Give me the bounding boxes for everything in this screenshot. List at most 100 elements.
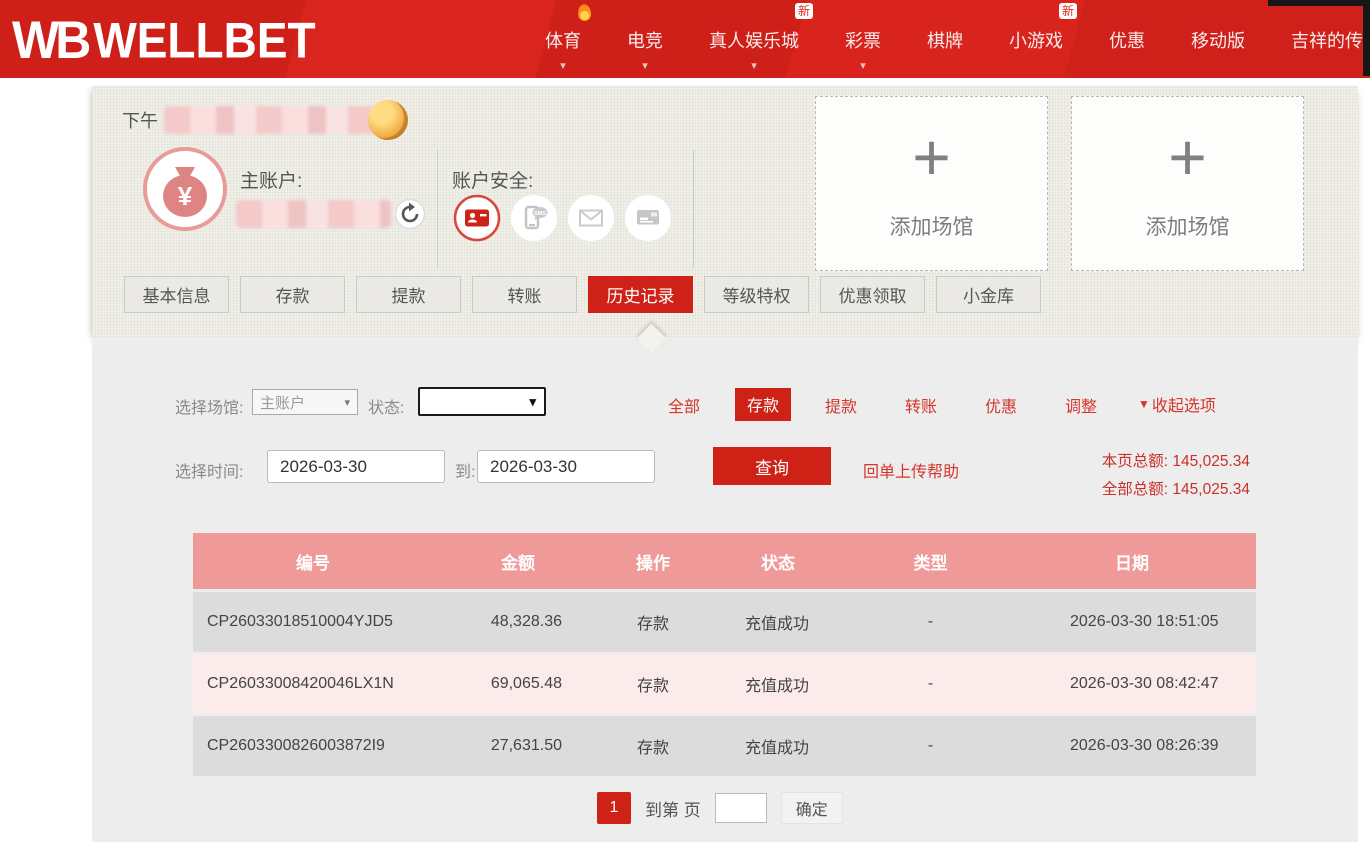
table-header-row: 编号 金额 操作 状态 类型 日期 xyxy=(193,533,1256,592)
cell-id: CP26033008420046LX1N xyxy=(193,675,433,693)
nav-item-promotions[interactable]: 优惠 xyxy=(1109,0,1145,78)
cell-date: 2026-03-30 18:51:05 xyxy=(1008,613,1256,631)
type-filter-deposit-active[interactable]: 存款 xyxy=(735,388,791,421)
venue-select[interactable]: 主账户 ▾ xyxy=(252,389,358,415)
history-table: 编号 金额 操作 状态 类型 日期 CP26033018510004YJD5 4… xyxy=(193,533,1256,778)
mail-verify-icon[interactable] xyxy=(567,194,615,247)
cell-status: 充值成功 xyxy=(703,672,853,696)
add-venue-button[interactable]: + 添加场馆 xyxy=(815,96,1048,271)
greeting: 下午 xyxy=(122,100,408,140)
tab-vault[interactable]: 小金库 xyxy=(936,276,1041,313)
greeting-prefix: 下午 xyxy=(122,107,158,133)
svg-text:¥: ¥ xyxy=(178,181,193,211)
tab-transfer[interactable]: 转账 xyxy=(472,276,577,313)
nav-label: 吉祥的传 xyxy=(1291,27,1363,53)
cell-amount: 27,631.50 xyxy=(433,737,603,755)
all-total-line: 全部总额: 145,025.34 xyxy=(1102,476,1250,504)
cell-type: - xyxy=(853,675,1008,693)
tab-withdraw[interactable]: 提款 xyxy=(356,276,461,313)
cell-operation: 存款 xyxy=(603,734,703,758)
goto-page-input[interactable] xyxy=(715,793,767,823)
type-filter-withdraw[interactable]: 提款 xyxy=(825,393,857,417)
history-section: 选择场馆: 主账户 ▾ 状态: ▾ 全部 存款 提款 转账 优惠 调整 ▼ 收起… xyxy=(92,337,1358,842)
nav-item-live-casino[interactable]: 新 真人娱乐城 ▾ xyxy=(709,0,799,78)
account-security-label: 账户安全: xyxy=(452,166,533,193)
censored-balance xyxy=(236,200,391,228)
date-from-input[interactable] xyxy=(267,450,445,483)
nav-label: 移动版 xyxy=(1191,27,1245,53)
page-total-line: 本页总额: 145,025.34 xyxy=(1102,448,1250,476)
cell-id: CP26033018510004YJD5 xyxy=(193,613,433,631)
page-1-button[interactable]: 1 xyxy=(597,792,631,824)
divider xyxy=(437,150,438,268)
tab-basic-info[interactable]: 基本信息 xyxy=(124,276,229,313)
add-venue-label: 添加场馆 xyxy=(1146,211,1230,241)
nav-item-jixiang[interactable]: 吉祥的传 xyxy=(1291,0,1363,78)
svg-text:SMS: SMS xyxy=(534,211,546,217)
security-icons: SMS xyxy=(453,194,672,247)
col-header-type: 类型 xyxy=(853,549,1008,574)
table-row: CP26033018510004YJD5 48,328.36 存款 充值成功 -… xyxy=(193,592,1256,654)
cell-status: 充值成功 xyxy=(703,734,853,758)
plus-icon: + xyxy=(1168,127,1207,187)
to-label: 到: xyxy=(455,458,475,482)
cell-amount: 48,328.36 xyxy=(433,613,603,631)
cell-type: - xyxy=(853,737,1008,755)
screen-edge xyxy=(1363,0,1370,76)
nav-item-esports[interactable]: 电竞 ▾ xyxy=(627,0,663,78)
cell-status: 充值成功 xyxy=(703,610,853,634)
page: WB WELLBET 体育 ▾ 电竞 ▾ 新 真人娱乐城 ▾ 彩票 ▾ xyxy=(0,0,1370,842)
col-header-date: 日期 xyxy=(1008,549,1256,574)
nav-item-lottery[interactable]: 彩票 ▾ xyxy=(845,0,881,78)
all-total-label: 全部总额: xyxy=(1102,481,1168,498)
add-venue-label: 添加场馆 xyxy=(890,211,974,241)
type-filter-all[interactable]: 全部 xyxy=(668,393,700,417)
main-account-label: 主账户: xyxy=(240,166,302,193)
venue-select-label: 选择场馆: xyxy=(175,394,243,418)
date-to-input[interactable] xyxy=(477,450,655,483)
add-venue-button[interactable]: + 添加场馆 xyxy=(1071,96,1304,271)
nav-item-board-games[interactable]: 棋牌 xyxy=(927,0,963,78)
cell-date: 2026-03-30 08:26:39 xyxy=(1008,737,1256,755)
status-select[interactable]: ▾ xyxy=(418,387,546,416)
greeting-emoji-icon xyxy=(368,100,408,140)
cell-type: - xyxy=(853,613,1008,631)
money-bag-icon[interactable]: ¥ xyxy=(142,146,228,237)
receipt-upload-help-link[interactable]: 回单上传帮助 xyxy=(863,458,959,482)
search-button[interactable]: 查询 xyxy=(713,447,831,485)
tab-history[interactable]: 历史记录 xyxy=(588,276,693,313)
divider xyxy=(693,150,694,268)
plus-icon: + xyxy=(912,127,951,187)
nav-item-sports[interactable]: 体育 ▾ xyxy=(545,0,581,78)
tab-vip-privilege[interactable]: 等级特权 xyxy=(704,276,809,313)
collapse-options-link[interactable]: ▼ 收起选项 xyxy=(1138,392,1216,416)
cell-id: CP2603300826003872I9 xyxy=(193,737,433,755)
hot-flame-icon xyxy=(577,4,591,22)
goto-page-label: 到第 页 xyxy=(645,796,701,821)
logo-text: WELLBET xyxy=(93,11,315,69)
new-badge: 新 xyxy=(795,3,813,19)
pagination: 1 到第 页 确定 xyxy=(597,792,843,824)
idcard-verified-icon[interactable] xyxy=(453,194,501,247)
tab-deposit[interactable]: 存款 xyxy=(240,276,345,313)
type-filter-transfer[interactable]: 转账 xyxy=(905,393,937,417)
new-badge: 新 xyxy=(1059,3,1077,19)
collapse-options-label: 收起选项 xyxy=(1152,392,1216,416)
nav-label: 电竞 xyxy=(627,27,663,53)
triangle-down-icon: ▼ xyxy=(1138,397,1150,411)
cell-date: 2026-03-30 08:42:47 xyxy=(1008,675,1256,693)
type-filter-adjust[interactable]: 调整 xyxy=(1065,393,1097,417)
type-filter-promo[interactable]: 优惠 xyxy=(985,393,1017,417)
nav-item-mini-games[interactable]: 新 小游戏 xyxy=(1009,0,1063,78)
nav-label: 真人娱乐城 xyxy=(709,27,799,53)
nav-item-mobile-version[interactable]: 移动版 xyxy=(1191,0,1245,78)
tab-promo-claim[interactable]: 优惠领取 xyxy=(820,276,925,313)
cell-operation: 存款 xyxy=(603,610,703,634)
chevron-down-icon: ▾ xyxy=(529,394,536,410)
refresh-balance-icon[interactable] xyxy=(394,198,426,235)
wellbet-logo[interactable]: WB WELLBET xyxy=(12,11,316,69)
account-tabs: 基本信息 存款 提款 转账 历史记录 等级特权 优惠领取 小金库 xyxy=(124,276,1041,313)
bankcard-verify-icon[interactable] xyxy=(624,194,672,247)
sms-verify-icon[interactable]: SMS xyxy=(510,194,558,247)
confirm-button[interactable]: 确定 xyxy=(781,792,843,824)
